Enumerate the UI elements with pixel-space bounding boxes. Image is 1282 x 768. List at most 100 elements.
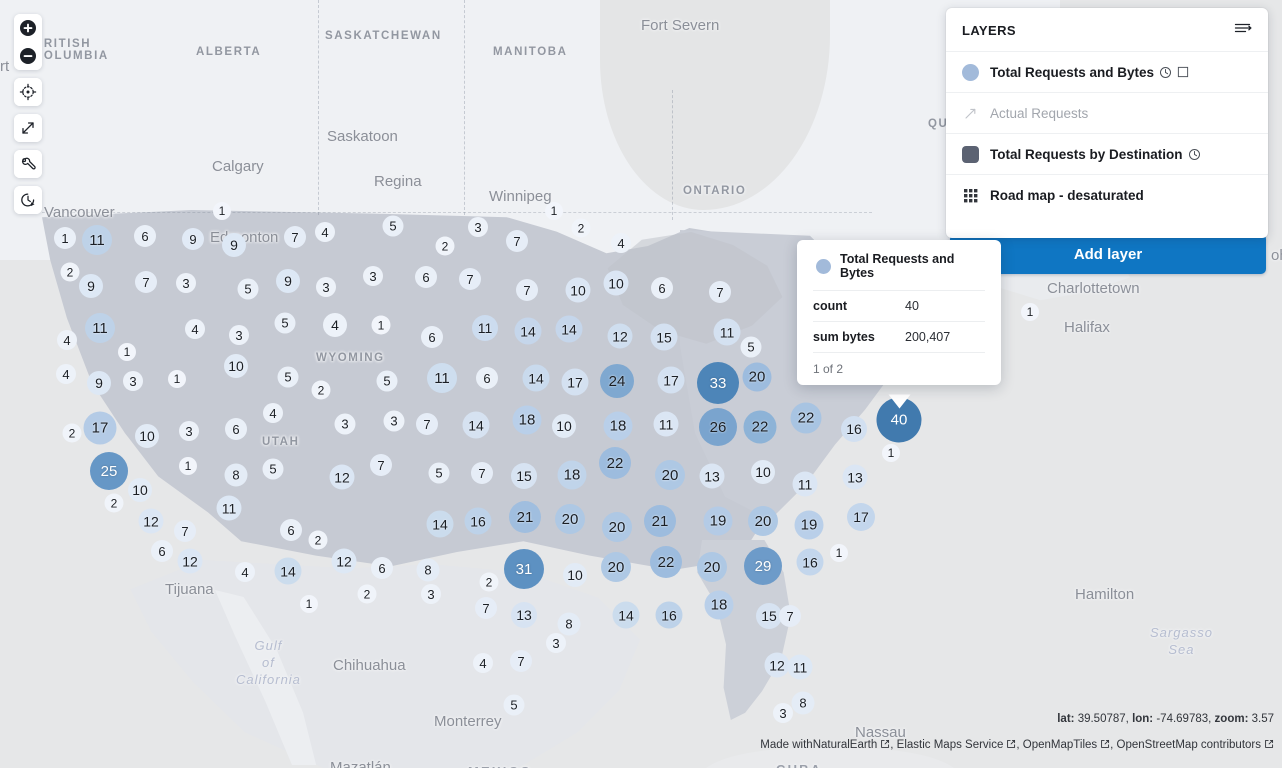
- layer-list[interactable]: Total Requests and Bytes Actual Requests T…: [946, 52, 1268, 216]
- cluster-marker[interactable]: 3: [334, 413, 356, 435]
- cluster-marker[interactable]: 8: [791, 691, 815, 715]
- cluster-marker[interactable]: 1: [179, 457, 197, 475]
- time-slider-control[interactable]: [14, 186, 42, 214]
- cluster-marker[interactable]: 22: [599, 447, 631, 479]
- cluster-marker[interactable]: 3: [229, 325, 249, 345]
- cluster-marker[interactable]: 15: [511, 463, 537, 489]
- cluster-marker[interactable]: 18: [512, 405, 542, 435]
- fit-bounds-control[interactable]: [14, 78, 42, 106]
- cluster-marker[interactable]: 11: [713, 318, 741, 346]
- cluster-marker[interactable]: 1: [300, 595, 318, 613]
- cluster-marker[interactable]: 10: [128, 478, 152, 502]
- time-slider-button[interactable]: [14, 186, 42, 214]
- cluster-marker[interactable]: 9: [276, 269, 300, 293]
- cluster-marker[interactable]: 18: [557, 460, 587, 490]
- cluster-marker[interactable]: 10: [135, 424, 159, 448]
- cluster-marker[interactable]: 17: [847, 503, 875, 531]
- cluster-marker[interactable]: 22: [650, 546, 682, 578]
- cluster-marker[interactable]: 33: [697, 362, 739, 404]
- cluster-marker[interactable]: 7: [174, 520, 196, 542]
- cluster-marker[interactable]: 14: [555, 315, 583, 343]
- cluster-marker[interactable]: 4: [473, 653, 493, 673]
- zoom-out-button[interactable]: [14, 42, 42, 70]
- cluster-marker[interactable]: 11: [792, 471, 818, 497]
- cluster-marker[interactable]: 16: [655, 601, 683, 629]
- cluster-marker[interactable]: 11: [82, 225, 112, 255]
- cluster-marker[interactable]: 13: [699, 463, 725, 489]
- cluster-marker[interactable]: 11: [472, 315, 498, 341]
- cluster-marker[interactable]: 21: [644, 505, 676, 537]
- cluster-marker[interactable]: 26: [699, 408, 737, 446]
- cluster-marker[interactable]: 11: [216, 495, 242, 521]
- cluster-marker[interactable]: 20: [742, 362, 772, 392]
- cluster-marker[interactable]: 9: [182, 228, 204, 250]
- cluster-marker[interactable]: 10: [751, 460, 775, 484]
- layer-actual-requests[interactable]: Actual Requests: [946, 93, 1268, 134]
- cluster-marker[interactable]: 4: [315, 222, 335, 242]
- cluster-marker[interactable]: 31: [504, 549, 544, 589]
- cluster-marker[interactable]: 20: [748, 506, 778, 536]
- cluster-marker[interactable]: 15: [650, 323, 678, 351]
- cluster-marker[interactable]: 20: [697, 552, 727, 582]
- cluster-marker[interactable]: 25: [90, 452, 128, 490]
- attribution-link[interactable]: OpenStreetMap contributors: [1117, 739, 1274, 751]
- cluster-marker[interactable]: 5: [503, 694, 525, 716]
- cluster-marker[interactable]: 5: [277, 366, 299, 388]
- cluster-marker[interactable]: 17: [83, 411, 117, 445]
- cluster-marker[interactable]: 3: [316, 277, 336, 297]
- cluster-marker[interactable]: 14: [426, 510, 454, 538]
- cluster-marker[interactable]: 7: [510, 650, 532, 672]
- cluster-marker[interactable]: 14: [514, 317, 542, 345]
- cluster-marker[interactable]: 4: [56, 364, 76, 384]
- cluster-marker[interactable]: 12: [331, 548, 357, 574]
- cluster-marker[interactable]: 6: [651, 277, 673, 299]
- cluster-marker[interactable]: 20: [601, 552, 631, 582]
- map-toolbar[interactable]: [14, 14, 42, 214]
- cluster-marker[interactable]: 1: [882, 444, 900, 462]
- cluster-marker[interactable]: 16: [796, 548, 824, 576]
- cluster-marker[interactable]: 1: [1021, 303, 1039, 321]
- cluster-marker[interactable]: 17: [657, 366, 685, 394]
- cluster-marker[interactable]: 20: [555, 504, 585, 534]
- fit-to-data-button[interactable]: [14, 78, 42, 106]
- layer-total-requests-by-destination[interactable]: Total Requests by Destination: [946, 134, 1268, 175]
- tools-button[interactable]: [14, 150, 42, 178]
- cluster-marker[interactable]: 1: [168, 370, 186, 388]
- map-attribution[interactable]: Made with NaturalEarth, Elastic Maps Ser…: [760, 739, 1274, 751]
- cluster-marker[interactable]: 4: [323, 313, 347, 337]
- cluster-marker[interactable]: 13: [842, 464, 868, 490]
- cluster-marker[interactable]: 11: [427, 363, 457, 393]
- cluster-marker[interactable]: 2: [357, 584, 377, 604]
- cluster-marker[interactable]: 4: [263, 403, 283, 423]
- cluster-marker[interactable]: 7: [779, 605, 801, 627]
- cluster-marker[interactable]: 7: [284, 226, 306, 248]
- cluster-marker[interactable]: 3: [773, 703, 793, 723]
- attribution-link[interactable]: OpenMapTiles: [1023, 739, 1110, 751]
- cluster-marker[interactable]: 7: [709, 281, 731, 303]
- cluster-marker[interactable]: 3: [468, 217, 488, 237]
- cluster-marker[interactable]: 5: [740, 336, 762, 358]
- cluster-marker[interactable]: 6: [476, 367, 498, 389]
- cluster-marker[interactable]: 1: [371, 315, 391, 335]
- cluster-marker[interactable]: 1: [54, 227, 76, 249]
- cluster-marker[interactable]: 1: [545, 202, 563, 220]
- cluster-marker[interactable]: 9: [87, 371, 111, 395]
- cluster-marker[interactable]: 16: [464, 507, 492, 535]
- cluster-marker[interactable]: 2: [435, 236, 455, 256]
- cluster-marker[interactable]: 19: [794, 510, 824, 540]
- zoom-controls[interactable]: [14, 14, 42, 70]
- attribution-links[interactable]: NaturalEarth, Elastic Maps Service, Open…: [813, 739, 1274, 751]
- cluster-marker[interactable]: 14: [522, 364, 550, 392]
- cluster-marker[interactable]: 2: [308, 530, 328, 550]
- cluster-marker[interactable]: 2: [60, 262, 80, 282]
- cluster-marker[interactable]: 19: [703, 506, 733, 536]
- cluster-marker[interactable]: 6: [225, 418, 247, 440]
- cluster-marker[interactable]: 12: [138, 508, 164, 534]
- cluster-marker[interactable]: 6: [371, 557, 393, 579]
- cluster-marker[interactable]: 9: [222, 233, 246, 257]
- feature-tooltip-popup[interactable]: Total Requests and Bytes count 40 sum byte…: [797, 240, 1001, 385]
- cluster-marker[interactable]: 7: [459, 268, 481, 290]
- cluster-marker[interactable]: 1: [118, 343, 136, 361]
- cluster-marker[interactable]: 11: [653, 411, 679, 437]
- cluster-marker[interactable]: 14: [612, 601, 640, 629]
